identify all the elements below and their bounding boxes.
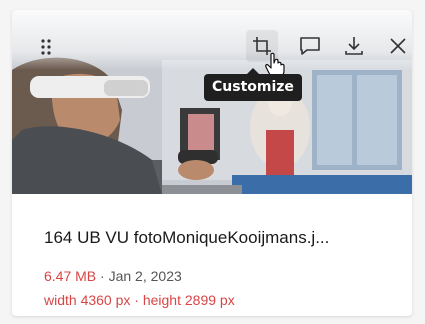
file-date: Jan 2, 2023 bbox=[108, 268, 182, 284]
file-size: 6.47 MB bbox=[44, 268, 97, 284]
customize-tooltip: Customize bbox=[204, 68, 302, 101]
close-button[interactable] bbox=[382, 30, 412, 62]
image-thumbnail[interactable]: Customize bbox=[12, 10, 412, 194]
asset-card[interactable]: Customize 164 UB VU fotoMoniqueKooijmans… bbox=[12, 10, 412, 316]
meta-separator: · bbox=[96, 268, 109, 284]
download-button[interactable] bbox=[338, 30, 370, 62]
download-icon bbox=[345, 37, 363, 55]
comment-button[interactable] bbox=[294, 30, 326, 62]
close-icon bbox=[390, 38, 406, 54]
drag-handle-icon[interactable] bbox=[40, 38, 52, 56]
image-dimensions: width 4360 px · height 2899 px bbox=[44, 292, 235, 308]
file-meta: 6.47 MB · Jan 2, 2023 bbox=[44, 268, 182, 284]
comment-icon bbox=[300, 37, 320, 55]
file-name[interactable]: 164 UB VU fotoMoniqueKooijmans.j... bbox=[44, 228, 404, 248]
